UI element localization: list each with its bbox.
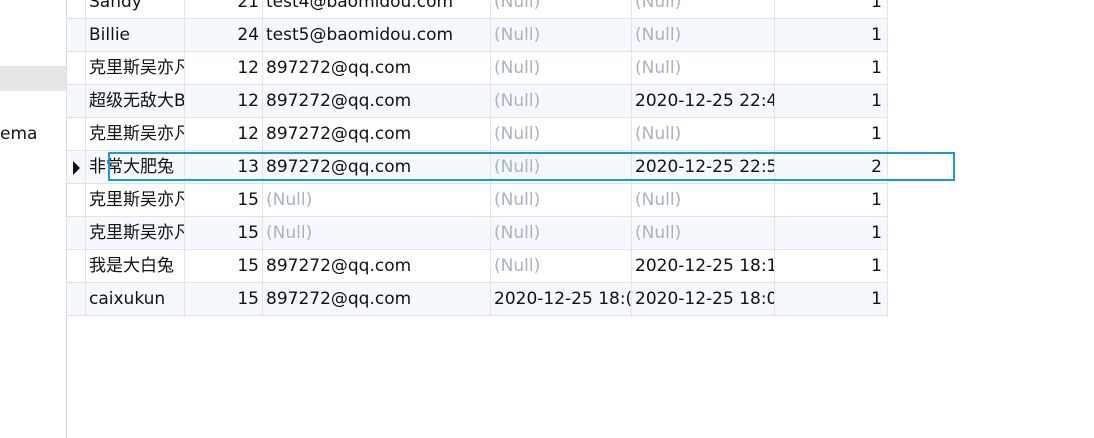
cell-update-time[interactable]: 2020-12-25 22:4: [632, 85, 775, 118]
row-indicator[interactable]: [67, 52, 86, 85]
table-row[interactable]: 克里斯吴亦凡 12 897272@qq.com (Null) (Null) 1: [67, 118, 888, 151]
cell-name[interactable]: 我是大白兔: [86, 250, 185, 283]
cell-create-time[interactable]: (Null): [491, 184, 632, 217]
cell-create-time[interactable]: (Null): [491, 118, 632, 151]
cell-version[interactable]: 1: [775, 250, 888, 283]
cell-update-time[interactable]: (Null): [632, 52, 775, 85]
table-row[interactable]: 我是大白兔 15 897272@qq.com (Null) 2020-12-25 18:…: [67, 250, 888, 283]
table-row[interactable]: 非常大肥兔 13 897272@qq.com (Null) 2020-12-25 22:…: [67, 151, 888, 184]
table-row[interactable]: 克里斯吴亦凡 15 (Null) (Null) (Null) 1: [67, 184, 888, 217]
cell-create-time[interactable]: (Null): [491, 250, 632, 283]
cell-age[interactable]: 12: [185, 118, 263, 151]
cell-version[interactable]: 1: [775, 184, 888, 217]
table-row[interactable]: caixukun 15 897272@qq.com 2020-12-25 18:(20…: [67, 283, 888, 316]
table-row[interactable]: 克里斯吴亦凡 15 (Null) (Null) (Null) 1: [67, 217, 888, 250]
cell-age[interactable]: 15: [185, 184, 263, 217]
cell-name[interactable]: Billie: [86, 19, 185, 52]
cell-email[interactable]: 897272@qq.com: [263, 52, 491, 85]
cell-age[interactable]: 15: [185, 283, 263, 316]
table-row[interactable]: Billie 24 test5@baomidou.com (Null) (Null) 1: [67, 19, 888, 52]
cell-update-time[interactable]: 2020-12-25 18:0: [632, 283, 775, 316]
current-row-arrow-icon: [73, 161, 80, 175]
cell-create-time[interactable]: 2020-12-25 18:(: [491, 283, 632, 316]
table-row[interactable]: Sandy 21 test4@baomidou.com (Null) (Null) 1: [67, 0, 888, 19]
sidebar-item-schema-label[interactable]: ema: [0, 124, 37, 144]
cell-version[interactable]: 1: [775, 217, 888, 250]
row-indicator[interactable]: [67, 19, 86, 52]
row-indicator[interactable]: [67, 118, 86, 151]
cell-version[interactable]: 1: [775, 19, 888, 52]
cell-email[interactable]: test5@baomidou.com: [263, 19, 491, 52]
cell-version[interactable]: 1: [775, 85, 888, 118]
cell-update-time[interactable]: (Null): [632, 118, 775, 151]
cell-version[interactable]: 1: [775, 0, 888, 19]
cell-email[interactable]: 897272@qq.com: [263, 85, 491, 118]
cell-name[interactable]: 克里斯吴亦凡: [86, 118, 185, 151]
cell-age[interactable]: 24: [185, 19, 263, 52]
row-indicator[interactable]: [67, 184, 86, 217]
cell-create-time[interactable]: (Null): [491, 19, 632, 52]
cell-name[interactable]: 超级无敌大B: [86, 85, 185, 118]
cell-update-time[interactable]: (Null): [632, 19, 775, 52]
cell-age[interactable]: 15: [185, 250, 263, 283]
row-indicator[interactable]: [67, 217, 86, 250]
cell-email[interactable]: (Null): [263, 217, 491, 250]
cell-age[interactable]: 21: [185, 0, 263, 19]
cell-version[interactable]: 1: [775, 52, 888, 85]
table-row[interactable]: 克里斯吴亦凡 12 897272@qq.com (Null) (Null) 1: [67, 52, 888, 85]
cell-create-time[interactable]: (Null): [491, 217, 632, 250]
cell-age[interactable]: 13: [185, 151, 263, 184]
cell-email[interactable]: test4@baomidou.com: [263, 0, 491, 19]
cell-name[interactable]: caixukun: [86, 283, 185, 316]
cell-name[interactable]: 克里斯吴亦凡: [86, 217, 185, 250]
sidebar-selected-item[interactable]: [0, 66, 66, 91]
cell-create-time[interactable]: (Null): [491, 151, 632, 184]
row-indicator[interactable]: [67, 250, 86, 283]
table-row[interactable]: 超级无敌大B 12 897272@qq.com (Null) 2020-12-25 22…: [67, 85, 888, 118]
row-indicator[interactable]: [67, 151, 86, 184]
cell-name[interactable]: Sandy: [86, 0, 185, 19]
cell-create-time[interactable]: (Null): [491, 52, 632, 85]
cell-version[interactable]: 1: [775, 118, 888, 151]
cell-email[interactable]: 897272@qq.com: [263, 151, 491, 184]
cell-update-time[interactable]: (Null): [632, 184, 775, 217]
cell-email[interactable]: 897272@qq.com: [263, 250, 491, 283]
cell-update-time[interactable]: 2020-12-25 18:1.: [632, 250, 775, 283]
cell-name[interactable]: 非常大肥兔: [86, 151, 185, 184]
cell-version[interactable]: 1: [775, 283, 888, 316]
row-indicator[interactable]: [67, 283, 86, 316]
cell-email[interactable]: (Null): [263, 184, 491, 217]
cell-email[interactable]: 897272@qq.com: [263, 118, 491, 151]
cell-create-time[interactable]: (Null): [491, 85, 632, 118]
cell-age[interactable]: 12: [185, 85, 263, 118]
object-sidebar: ema: [0, 0, 66, 438]
cell-version[interactable]: 2: [775, 151, 888, 184]
cell-email[interactable]: 897272@qq.com: [263, 283, 491, 316]
row-indicator[interactable]: [67, 0, 86, 19]
cell-create-time[interactable]: (Null): [491, 0, 632, 19]
cell-age[interactable]: 12: [185, 52, 263, 85]
data-grid: Sandy 21 test4@baomidou.com (Null) (Null) 1 Bi…: [67, 0, 888, 316]
cell-name[interactable]: 克里斯吴亦凡: [86, 52, 185, 85]
row-indicator[interactable]: [67, 85, 86, 118]
cell-update-time[interactable]: (Null): [632, 0, 775, 19]
cell-update-time[interactable]: 2020-12-25 22:5: [632, 151, 775, 184]
cell-name[interactable]: 克里斯吴亦凡: [86, 184, 185, 217]
cell-age[interactable]: 15: [185, 217, 263, 250]
cell-update-time[interactable]: (Null): [632, 217, 775, 250]
